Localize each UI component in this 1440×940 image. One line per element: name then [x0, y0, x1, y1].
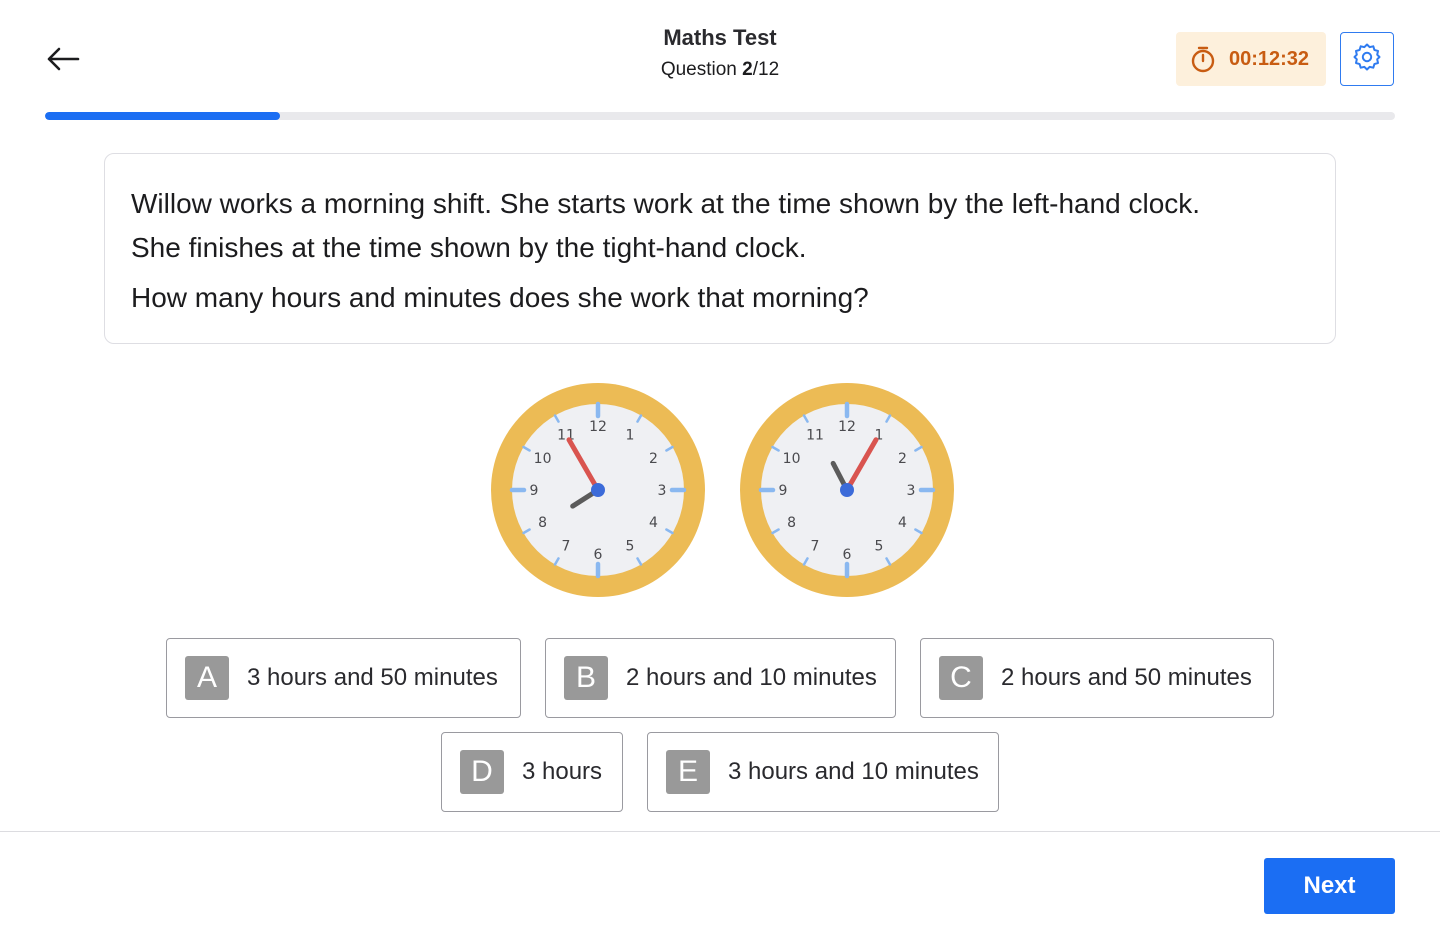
- clock-center: [840, 483, 854, 497]
- answer-option-d[interactable]: D 3 hours: [441, 732, 623, 812]
- answer-text: 3 hours: [522, 758, 603, 785]
- clock-number: 5: [626, 538, 635, 554]
- question-counter: Question 2/12: [520, 54, 920, 86]
- progress-fill: [45, 112, 280, 120]
- clock-number: 7: [562, 538, 571, 554]
- answer-letter: E: [666, 750, 710, 794]
- answer-letter: D: [460, 750, 504, 794]
- test-title: Maths Test: [663, 25, 777, 50]
- stopwatch-icon: [1189, 45, 1217, 73]
- question-counter-total: /12: [752, 59, 780, 80]
- answer-letter: C: [939, 656, 983, 700]
- clock-number: 7: [811, 538, 820, 554]
- clock-number: 6: [843, 547, 852, 563]
- gear-icon: [1352, 42, 1382, 77]
- title-block: Maths Test Question 2/12: [520, 22, 920, 86]
- answer-text: 3 hours and 50 minutes: [247, 664, 498, 691]
- clock-number: 10: [783, 451, 801, 467]
- settings-button[interactable]: [1340, 32, 1394, 86]
- clock-number: 6: [594, 547, 603, 563]
- timer-value: 00:12:32: [1228, 47, 1310, 70]
- question-counter-current: 2: [742, 59, 753, 80]
- back-button[interactable]: [40, 38, 86, 84]
- question-text-line-2: She finishes at the time shown by the ti…: [131, 232, 807, 263]
- clock-number: 1: [626, 428, 635, 444]
- clock-number: 2: [649, 451, 658, 467]
- clock-number: 11: [806, 428, 824, 444]
- answer-option-a[interactable]: A 3 hours and 50 minutes: [166, 638, 521, 718]
- clock-number: 9: [530, 483, 539, 499]
- progress-bar: [45, 112, 1395, 120]
- clock-number: 12: [589, 419, 607, 435]
- answer-text: 2 hours and 50 minutes: [1001, 664, 1252, 691]
- clock-number: 4: [649, 515, 658, 531]
- next-button[interactable]: Next: [1264, 858, 1395, 914]
- arrow-left-icon: [45, 47, 81, 76]
- footer-divider: [0, 831, 1440, 832]
- clock-number: 5: [875, 538, 884, 554]
- clock-number: 8: [538, 515, 547, 531]
- clock-number: 10: [534, 451, 552, 467]
- clock-number: 4: [898, 515, 907, 531]
- timer-badge: 00:12:32: [1176, 32, 1326, 86]
- clock-number: 2: [898, 451, 907, 467]
- question-prompt: How many hours and minutes does she work…: [131, 282, 869, 313]
- answer-option-c[interactable]: C 2 hours and 50 minutes: [920, 638, 1274, 718]
- right-clock: 121234567891011: [740, 383, 954, 597]
- left-clock: 121234567891011: [491, 383, 705, 597]
- answer-option-b[interactable]: B 2 hours and 10 minutes: [545, 638, 896, 718]
- clock-number: 12: [838, 419, 856, 435]
- clock-center: [591, 483, 605, 497]
- question-text-line-1: Willow works a morning shift. She starts…: [131, 188, 1201, 219]
- answer-letter: A: [185, 656, 229, 700]
- clock-number: 3: [658, 483, 667, 499]
- answer-text: 2 hours and 10 minutes: [626, 664, 877, 691]
- clock-number: 9: [779, 483, 788, 499]
- answer-text: 3 hours and 10 minutes: [728, 758, 979, 785]
- question-card: Willow works a morning shift. She starts…: [104, 153, 1336, 344]
- clock-number: 3: [907, 483, 916, 499]
- answer-option-e[interactable]: E 3 hours and 10 minutes: [647, 732, 999, 812]
- answer-letter: B: [564, 656, 608, 700]
- clock-number: 8: [787, 515, 796, 531]
- question-counter-label: Question: [660, 59, 737, 80]
- clocks-illustration: 12 1 2 3 4 5 6 7 8 9 10 11 12 1 2 3 4 5 6 7 8 9 10 11: [490, 382, 956, 600]
